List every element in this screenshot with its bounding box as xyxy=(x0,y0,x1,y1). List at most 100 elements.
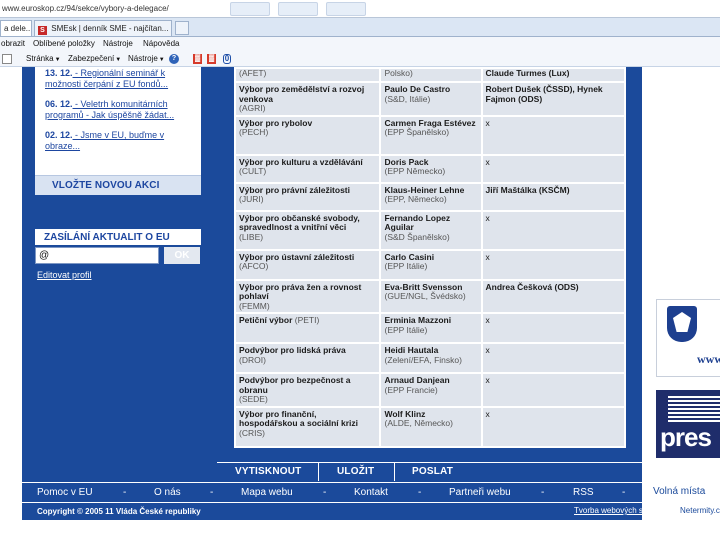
addon-icon[interactable]: ▓ xyxy=(193,54,202,64)
tools-menu-button[interactable]: Nástroje▼ xyxy=(128,54,165,63)
footer-link-help[interactable]: Pomoc v EU xyxy=(37,487,93,498)
lion-icon xyxy=(673,312,691,332)
table-cell: (AFET) xyxy=(236,69,380,81)
table-row: Výbor pro kulturu a vzdělávání (CULT) Dor… xyxy=(236,155,624,182)
committees-table-wrap: (AFET) Polsko) Claude Turmes (Lux) Výbor… xyxy=(234,67,626,448)
footer-separator: - xyxy=(123,487,127,498)
tab-label: SMEsk | denník SME - najčítan... xyxy=(51,24,169,33)
page-menu-label: Stránka xyxy=(26,54,54,63)
table-cell: Petiční výbor (PETI) xyxy=(236,314,380,342)
table-cell: x xyxy=(482,344,624,372)
footer-link-webdesign[interactable]: Tvorba webových stránek xyxy=(574,506,665,515)
page-content: 13. 12. - Regionální seminář k možnosti … xyxy=(22,67,642,520)
news-item[interactable]: 06. 12. - Veletrh komunitárních programů… xyxy=(45,99,195,121)
security-menu-label: Zabezpečení xyxy=(68,54,115,63)
chevron-down-icon: ▼ xyxy=(54,57,61,63)
footer-link-partners[interactable]: Partneři webu xyxy=(449,487,511,498)
save-button[interactable]: ULOŽIT xyxy=(337,466,374,477)
news-item[interactable]: 02. 12. - Jsme v EU, buďme v obraze... xyxy=(45,130,195,152)
menu-item-tools[interactable]: Nástroje xyxy=(103,39,133,48)
footer-link-contact[interactable]: Kontakt xyxy=(354,487,388,498)
table-row: Výbor pro občanské svobody, spravedlnost… xyxy=(236,211,624,249)
footer-link-netermity[interactable]: Netermity.c xyxy=(680,506,720,515)
footer-link-about[interactable]: O nás xyxy=(154,487,181,498)
table-cell: Eva-Britt Svensson (GUE/NGL, Švédsko) xyxy=(381,280,481,312)
table-cell: Jiří Maštálka (KSČM) xyxy=(482,183,624,210)
nav-control[interactable] xyxy=(278,2,318,16)
table-row: Výbor pro práva žen a rovnost pohlaví (FE… xyxy=(236,280,624,312)
url-text: www.euroskop.cz/94/sekce/vybory-a-delega… xyxy=(2,4,169,13)
footer-link-jobs[interactable]: Volná místa xyxy=(653,486,705,497)
footer-bottom: Copyright © 2005 11 Vláda České republik… xyxy=(22,502,642,520)
print-icon[interactable] xyxy=(2,54,12,64)
menu-item-view[interactable]: obrazit xyxy=(1,39,25,48)
help-icon[interactable]: ? xyxy=(169,54,179,64)
print-button[interactable]: VYTISKNOUT xyxy=(235,466,301,477)
chevron-down-icon: ▼ xyxy=(115,57,122,63)
table-cell: x xyxy=(482,407,624,446)
table-cell: Výbor pro ústavní záležitosti (AFCO) xyxy=(236,250,380,279)
table-row: Podvýbor pro lidská práva (DROI) Heidi Ha… xyxy=(236,344,624,372)
footer-nav: Pomoc v EU - O nás - Mapa webu - Kontakt… xyxy=(22,482,642,502)
table-row: Výbor pro zemědělství a rozvoj venkova (A… xyxy=(236,83,624,115)
coat-of-arms-icon xyxy=(667,306,697,342)
table-cell: Claude Turmes (Lux) xyxy=(482,69,624,81)
table-cell: Výbor pro občanské svobody, spravedlnost… xyxy=(236,211,380,249)
table-cell: Fernando Lopez Aguilar (S&D Španělsko) xyxy=(381,211,481,249)
footer-link-sitemap[interactable]: Mapa webu xyxy=(241,487,293,498)
address-bar[interactable]: www.euroskop.cz/94/sekce/vybory-a-delega… xyxy=(0,0,720,18)
table-cell: Wolf Klinz (ALDE, Německo) xyxy=(381,407,481,446)
news-date: 13. 12. xyxy=(45,68,73,78)
menu-item-favorites[interactable]: Oblíbené položky xyxy=(33,39,95,48)
command-bar: Stránka▼ Zabezpečení▼ Nástroje▼ ? ▓ ▓ 0 xyxy=(0,51,720,67)
tab-sme[interactable]: S SMEsk | denník SME - najčítan... × xyxy=(34,20,172,36)
footer-link-rss[interactable]: RSS xyxy=(573,487,594,498)
new-tab-button[interactable] xyxy=(175,21,189,35)
table-cell: Polsko) xyxy=(381,69,481,81)
table-row: Podvýbor pro bezpečnost a obranu (SEDE) A… xyxy=(236,374,624,406)
copyright-text: Copyright © 2005 11 Vláda České republik… xyxy=(37,507,201,516)
table-row: Výbor pro finanční, hospodářskou a sociá… xyxy=(236,407,624,446)
news-item[interactable]: 13. 12. - Regionální seminář k možnosti … xyxy=(45,68,195,90)
nav-control[interactable] xyxy=(230,2,270,16)
table-cell: x xyxy=(482,116,624,154)
table-cell: Arnaud Danjean (EPP Francie) xyxy=(381,374,481,406)
nav-control[interactable] xyxy=(326,2,366,16)
presidency-banner[interactable]: pres xyxy=(656,390,720,458)
government-banner[interactable]: www xyxy=(656,299,720,377)
add-event-link[interactable]: VLOŽTE NOVOU AKCI xyxy=(35,175,201,195)
table-cell: Doris Pack (EPP Německo) xyxy=(381,155,481,182)
send-button[interactable]: POSLAT xyxy=(412,466,453,477)
table-row: Výbor pro rybolov (PECH) Carmen Fraga Est… xyxy=(236,116,624,154)
news-date: 06. 12. xyxy=(45,99,73,109)
table-cell: Carlo Casini (EPP Itálie) xyxy=(381,250,481,279)
addon-icon[interactable]: ▓ xyxy=(207,54,216,64)
tab-euroskop[interactable]: a dele... × xyxy=(0,20,32,36)
menu-bar: obrazit Oblíbené položky Nástroje Nápově… xyxy=(0,37,720,51)
footer-separator: - xyxy=(622,487,626,498)
sme-favicon-icon: S xyxy=(38,26,47,35)
footer-separator: - xyxy=(418,487,422,498)
footer-separator: - xyxy=(541,487,545,498)
email-field[interactable]: @ xyxy=(35,247,159,264)
tools-menu-label: Nástroje xyxy=(128,54,158,63)
table-cell: Robert Dušek (ČSSD), Hynek Fajmon (ODS) xyxy=(482,83,624,115)
table-cell: Výbor pro právní záležitosti (JURI) xyxy=(236,183,380,210)
table-row: Výbor pro ústavní záležitosti (AFCO) Carl… xyxy=(236,250,624,279)
edit-profile-link[interactable]: Editovat profil xyxy=(37,270,92,280)
tab-strip: a dele... × S SMEsk | denník SME - najčí… xyxy=(0,18,720,37)
table-cell: Výbor pro rybolov (PECH) xyxy=(236,116,380,154)
table-row: Petiční výbor (PETI) Erminia Mazzoni (EPP… xyxy=(236,314,624,342)
page-menu-button[interactable]: Stránka▼ xyxy=(26,54,61,63)
table-cell: Výbor pro práva žen a rovnost pohlaví (FE… xyxy=(236,280,380,312)
subscribe-title: ZASÍLÁNÍ AKTUALIT O EU xyxy=(35,229,201,245)
table-cell: Podvýbor pro bezpečnost a obranu (SEDE) xyxy=(236,374,380,406)
ok-button[interactable]: OK xyxy=(164,247,200,264)
research-icon[interactable]: 0 xyxy=(223,54,231,64)
menu-item-help[interactable]: Nápověda xyxy=(143,39,179,48)
tab-label: a dele... xyxy=(4,24,32,33)
table-row: Výbor pro právní záležitosti (JURI) Klaus… xyxy=(236,183,624,210)
table-cell: x xyxy=(482,250,624,279)
security-menu-button[interactable]: Zabezpečení▼ xyxy=(68,54,121,63)
table-cell: Výbor pro kulturu a vzdělávání (CULT) xyxy=(236,155,380,182)
